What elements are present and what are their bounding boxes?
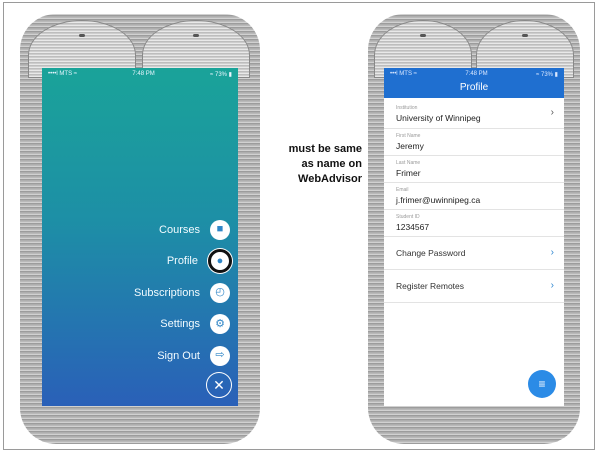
menu-item-courses[interactable]: Courses ■: [50, 214, 230, 246]
phone-left: ••••l MTS ≈ 7:48 PM ≈ 73% ▮ Courses ■ Pr…: [20, 14, 260, 444]
field-label: Student ID: [396, 214, 420, 220]
menu-item-label: Subscriptions: [133, 286, 200, 299]
first-name-field[interactable]: First Name Jeremy: [384, 129, 564, 156]
clock-text: 7:48 PM: [465, 71, 488, 77]
gear-icon[interactable]: ⚙: [210, 314, 230, 335]
field-label: Email: [396, 187, 409, 193]
profile-screen: •••l MTS ≈ 7:48 PM ≈ 73% ▮ Profile Insti…: [384, 68, 564, 406]
battery-text: ≈ 73% ▮: [536, 71, 558, 78]
register-remotes-button[interactable]: Register Remotes ›: [384, 270, 564, 303]
side-menu: Courses ■ Profile ● Subscriptions ◴ Sett…: [50, 214, 232, 372]
chevron-right-icon: ›: [550, 247, 554, 258]
menu-item-label: Profile: [166, 255, 198, 268]
menu-item-profile[interactable]: Profile ●: [50, 246, 232, 278]
menu-fab-button[interactable]: ≡: [528, 370, 556, 398]
action-label: Register Remotes: [396, 281, 465, 291]
side-menu-screen: ••••l MTS ≈ 7:48 PM ≈ 73% ▮ Courses ■ Pr…: [42, 68, 238, 406]
menu-item-label: Courses: [159, 223, 200, 236]
carrier-text: •••l MTS ≈: [390, 71, 417, 77]
field-value: Jeremy: [396, 141, 424, 151]
email-field[interactable]: Email j.frimer@uwinnipeg.ca: [384, 183, 564, 210]
field-value: University of Winnipeg: [396, 113, 481, 123]
chevron-right-icon: ›: [550, 280, 554, 291]
menu-item-subscriptions[interactable]: Subscriptions ◴: [50, 277, 230, 309]
close-icon: ✕: [213, 376, 225, 393]
clock-icon[interactable]: ◴: [210, 282, 230, 303]
field-label: Last Name: [396, 160, 421, 166]
change-password-button[interactable]: Change Password ›: [384, 237, 564, 270]
last-name-field[interactable]: Last Name Frimer: [384, 156, 564, 183]
menu-item-settings[interactable]: Settings ⚙: [50, 309, 230, 341]
carrier-text: ••••l MTS ≈: [48, 71, 78, 77]
menu-item-sign-out[interactable]: Sign Out ⇨: [50, 340, 230, 372]
clock-text: 7:48 PM: [132, 71, 155, 77]
page-title: Profile: [459, 82, 489, 93]
field-label: Institution: [396, 105, 418, 111]
annotation-line: as name on: [301, 158, 362, 170]
student-id-field[interactable]: Student ID 1234567: [384, 210, 564, 237]
action-label: Change Password: [396, 248, 466, 258]
status-bar: •••l MTS ≈ 7:48 PM ≈ 73% ▮: [384, 68, 564, 80]
profile-header: •••l MTS ≈ 7:48 PM ≈ 73% ▮ Profile: [384, 68, 564, 98]
book-icon[interactable]: ■: [210, 219, 230, 240]
sign-out-icon[interactable]: ⇨: [210, 345, 230, 366]
field-value: Frimer: [396, 168, 421, 178]
phone-right: •••l MTS ≈ 7:48 PM ≈ 73% ▮ Profile Insti…: [368, 14, 580, 444]
menu-item-label: Sign Out: [157, 349, 200, 362]
menu-item-label: Settings: [160, 318, 200, 331]
annotation-line: WebAdvisor: [298, 173, 362, 185]
close-menu-button[interactable]: ✕: [206, 372, 232, 398]
annotation-note: must be same as name on WebAdvisor: [262, 142, 362, 187]
person-icon[interactable]: ●: [208, 249, 232, 274]
chevron-right-icon: ›: [550, 107, 554, 118]
hamburger-menu-icon: ≡: [538, 377, 546, 391]
status-bar: ••••l MTS ≈ 7:48 PM ≈ 73% ▮: [42, 68, 238, 80]
institution-field[interactable]: Institution University of Winnipeg ›: [384, 98, 564, 129]
field-value: j.frimer@uwinnipeg.ca: [396, 195, 481, 205]
annotation-line: must be same: [288, 143, 362, 155]
field-value: 1234567: [396, 222, 430, 232]
field-label: First Name: [396, 133, 421, 139]
battery-text: ≈ 73% ▮: [210, 71, 232, 78]
